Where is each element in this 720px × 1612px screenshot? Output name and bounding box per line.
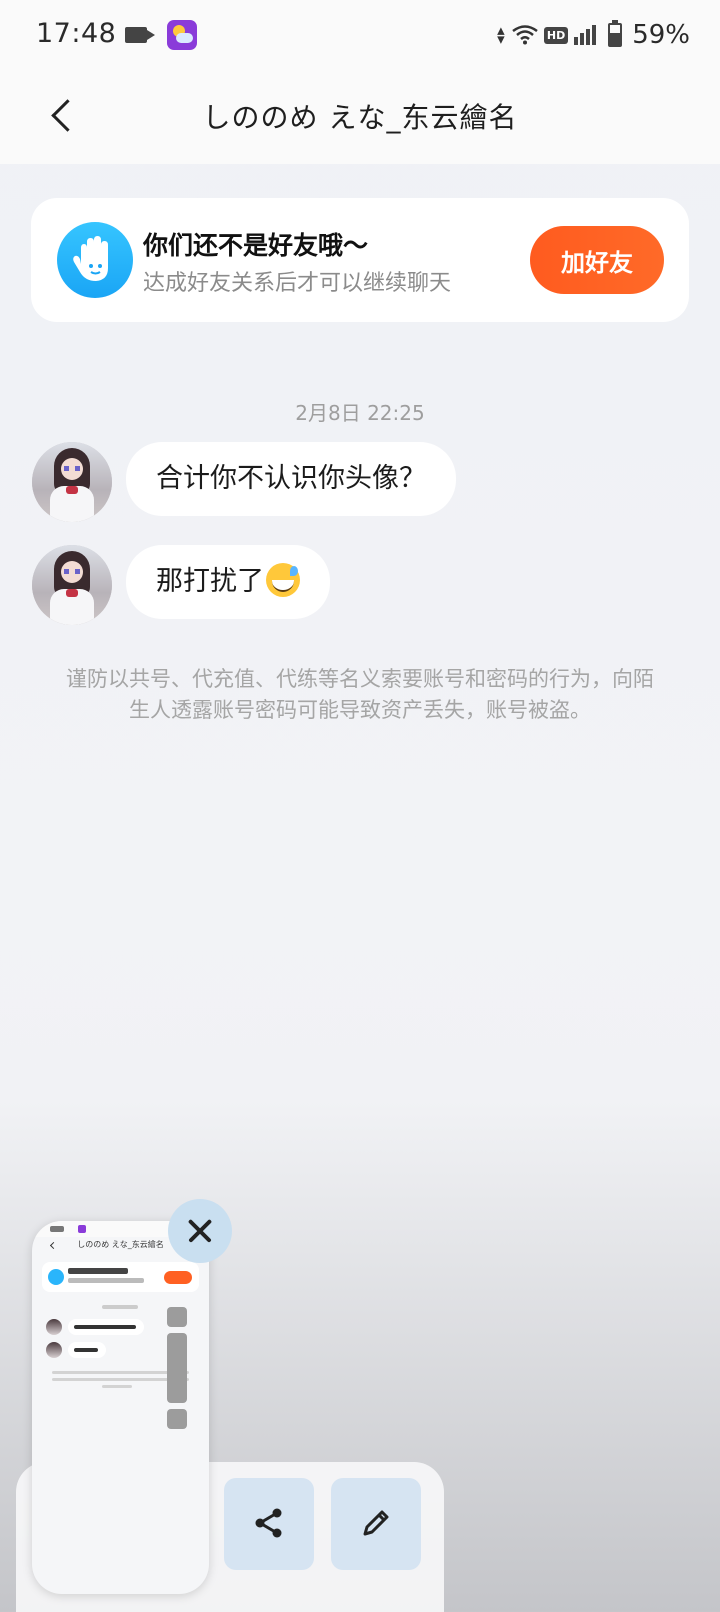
avatar[interactable] (32, 442, 112, 522)
weather-app-icon (167, 20, 197, 50)
preview-warning-line (102, 1385, 132, 1388)
preview-volume-slider (167, 1333, 187, 1403)
preview-avatar (46, 1319, 62, 1335)
battery-icon (608, 20, 623, 47)
security-warning: 谨防以共号、代充值、代练等名义索要账号和密码的行为，向陌生人透露账号密码可能导致… (66, 667, 654, 722)
hd-badge: HD (543, 26, 569, 44)
waving-hand-icon (57, 222, 133, 298)
preview-friend-banner (42, 1262, 199, 1292)
preview-bubble (68, 1319, 144, 1335)
signal-icon (574, 25, 597, 45)
preview-timestamp (102, 1305, 138, 1309)
message-bubble[interactable]: 那打扰了 (126, 545, 330, 619)
share-icon (255, 1508, 282, 1537)
back-button[interactable] (40, 94, 88, 142)
status-bar: 17:48 ▴ ▾ HD 59% (0, 0, 720, 72)
pencil-icon (363, 1510, 389, 1535)
preview-avatar (46, 1342, 62, 1358)
avatar[interactable] (32, 545, 112, 625)
edit-button[interactable] (331, 1478, 421, 1570)
close-preview-button[interactable] (168, 1199, 232, 1263)
preview-bell-icon (167, 1307, 187, 1327)
message-text: 那打扰了 (156, 566, 264, 597)
page-title: しののめ えな_东云繪名 (202, 101, 518, 134)
screenshot-preview-thumbnail[interactable]: しののめ えな_东云繪名 (32, 1221, 209, 1594)
status-indicators: ▴ ▾ HD 59% (496, 18, 690, 52)
message-bubble[interactable]: 合计你不认识你头像？ (126, 442, 456, 516)
message-timestamp: 2月8日 22:25 (295, 401, 425, 425)
data-arrows-icon: ▴ ▾ (497, 21, 505, 48)
preview-more-icon (167, 1409, 187, 1429)
battery-fill (610, 33, 621, 45)
not-friends-subtitle: 达成好友关系后才可以继续聊天 (143, 271, 452, 296)
preview-bubble (68, 1342, 106, 1358)
message-text: 合计你不认识你头像？ (156, 463, 426, 494)
status-time: 17:48 (36, 18, 117, 49)
battery-percent: 59% (632, 20, 690, 50)
share-button[interactable] (224, 1478, 314, 1570)
add-friend-button[interactable]: 加好友 (530, 226, 664, 294)
video-camera-icon (125, 27, 147, 43)
wifi-icon (512, 25, 538, 45)
chat-header: しののめ えな_东云繪名 (0, 72, 720, 164)
friend-request-banner: 你们还不是好友哦～ 达成好友关系后才可以继续聊天 加好友 (31, 198, 689, 322)
not-friends-title: 你们还不是好友哦～ (143, 231, 369, 260)
sweat-smile-emoji-icon (266, 562, 300, 597)
